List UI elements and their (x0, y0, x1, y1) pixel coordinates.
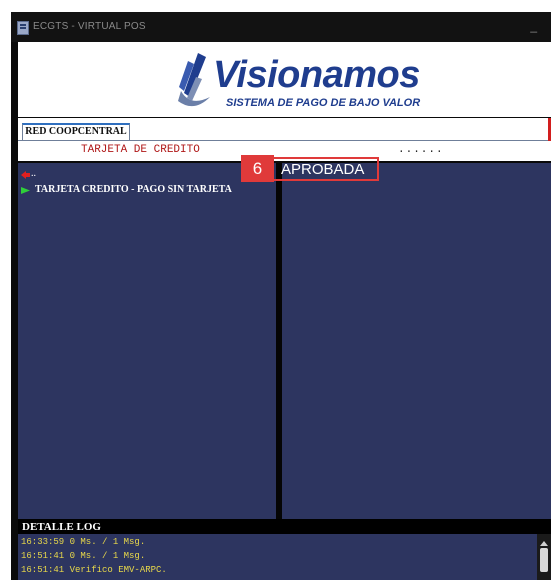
title-bar: ECGTS - VIRTUAL POS _ (11, 12, 551, 42)
menu-item-label: TARJETA CREDITO - PAGO SIN TARJETA (35, 184, 232, 195)
result-pane (282, 163, 551, 519)
tab-strip: RED COOPCENTRAL (18, 118, 551, 154)
log-area: 16:33:59 0 Ms. / 1 Msg. 16:51:41 0 Ms. /… (18, 534, 537, 580)
log-scrollbar[interactable] (537, 534, 551, 580)
green-flag-icon (21, 187, 30, 194)
transaction-status: APROBADA (281, 161, 365, 178)
menu-pane: .. TARJETA CREDITO - PAGO SIN TARJETA (18, 163, 276, 519)
transaction-value: ...... (398, 144, 444, 156)
app-window: ECGTS - VIRTUAL POS _ Visionamos SISTEMA… (11, 12, 551, 580)
log-line: 16:51:41 Verifico EMV-ARPC. (21, 565, 167, 575)
scroll-thumb[interactable] (540, 548, 548, 572)
back-label: .. (31, 168, 36, 179)
brand-banner: Visionamos SISTEMA DE PAGO DE BAJO VALOR (18, 42, 551, 117)
log-title: DETALLE LOG (22, 521, 101, 533)
log-line: 16:33:59 0 Ms. / 1 Msg. (21, 537, 146, 547)
tab-red-coopcentral[interactable]: RED COOPCENTRAL (22, 123, 130, 140)
scroll-up-icon[interactable] (540, 541, 548, 546)
logo-tagline: SISTEMA DE PAGO DE BAJO VALOR (226, 97, 421, 109)
back-arrow-icon (21, 171, 30, 179)
window-title: ECGTS - VIRTUAL POS (33, 21, 146, 32)
visionamos-logo-icon (178, 53, 210, 107)
log-header: DETALLE LOG (18, 519, 551, 534)
transaction-type-label: TARJETA DE CREDITO (81, 144, 200, 156)
status-highlight: APROBADA (271, 157, 379, 181)
app-icon (17, 21, 29, 35)
logo-wordmark: Visionamos (213, 54, 420, 96)
log-line: 16:51:41 0 Ms. / 1 Msg. (21, 551, 146, 561)
step-number-badge: 6 (241, 155, 274, 182)
minimize-button[interactable]: _ (530, 19, 537, 33)
